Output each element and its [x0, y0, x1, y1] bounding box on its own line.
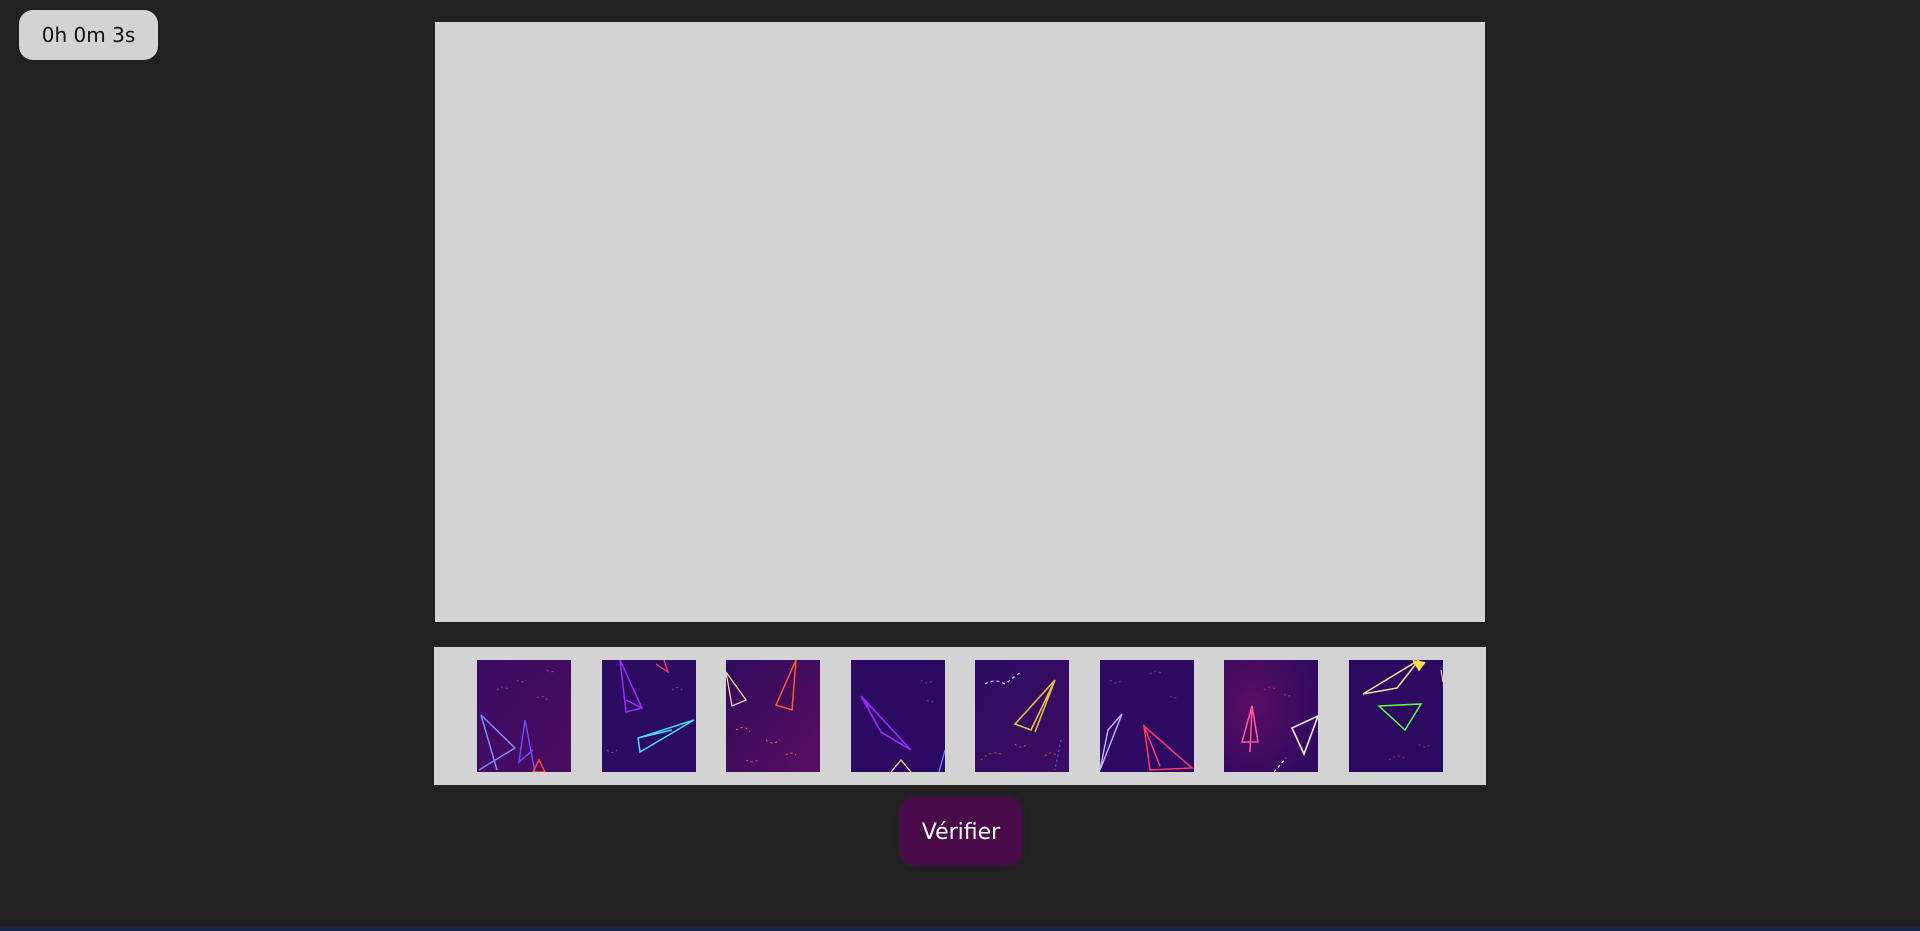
timer-display: 0h 0m 3s: [19, 10, 158, 60]
puzzle-piece-4[interactable]: [851, 660, 945, 772]
paper-plane-pattern-image: [477, 660, 571, 772]
paper-plane-pattern-image: [726, 660, 820, 772]
puzzle-piece-8[interactable]: [1349, 660, 1443, 772]
verify-button[interactable]: Vérifier: [900, 798, 1022, 865]
puzzle-piece-1[interactable]: [477, 660, 571, 772]
paper-plane-pattern-image: [602, 660, 696, 772]
paper-plane-pattern-image: [1349, 660, 1443, 772]
puzzle-piece-5[interactable]: [975, 660, 1069, 772]
bottom-edge: [0, 927, 1920, 931]
puzzle-board[interactable]: [435, 22, 1485, 622]
paper-plane-pattern-image: [975, 660, 1069, 772]
paper-plane-pattern-image: [1224, 660, 1318, 772]
paper-plane-pattern-image: [851, 660, 945, 772]
puzzle-piece-2[interactable]: [602, 660, 696, 772]
puzzle-piece-3[interactable]: [726, 660, 820, 772]
puzzle-piece-6[interactable]: [1100, 660, 1194, 772]
pieces-tray: [434, 647, 1486, 785]
puzzle-piece-7[interactable]: [1224, 660, 1318, 772]
paper-plane-pattern-image: [1100, 660, 1194, 772]
